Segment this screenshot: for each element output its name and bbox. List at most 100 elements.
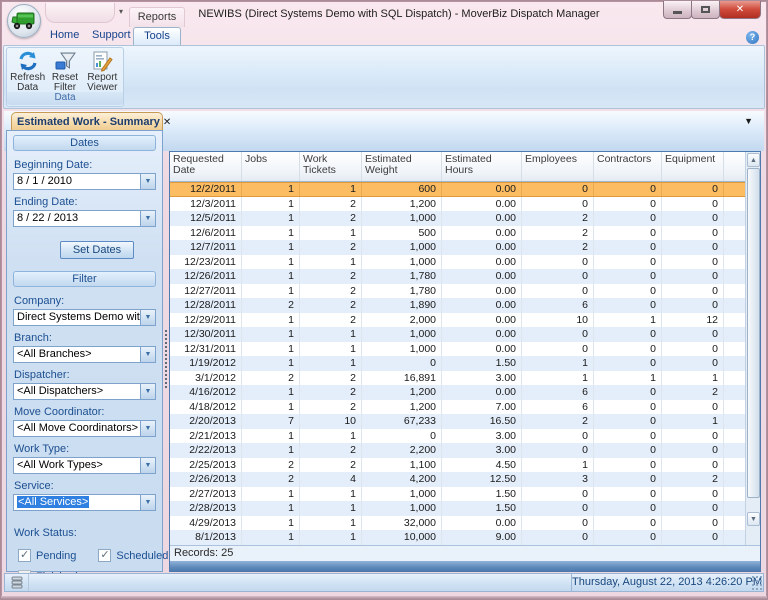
status-bar: Thursday, August 22, 2013 4:26:20 PM xyxy=(4,573,764,592)
grid-cell: 2 xyxy=(300,313,362,328)
refresh-data-button[interactable]: Refresh Data xyxy=(9,50,46,96)
column-header[interactable]: Work Tickets xyxy=(300,152,362,181)
maximize-button[interactable] xyxy=(691,1,720,19)
filter-section-header[interactable]: Filter xyxy=(13,271,156,287)
ending-date-value[interactable]: 8 / 22 / 2013 xyxy=(13,210,140,227)
table-row[interactable]: 12/30/2011111,0000.00000 xyxy=(170,327,745,342)
table-row[interactable]: 8/1/20131110,0009.00000 xyxy=(170,530,745,545)
grid-cell: 1 xyxy=(242,183,300,196)
scheduled-checkbox[interactable]: Scheduled xyxy=(98,549,168,562)
chevron-down-icon[interactable]: ▼ xyxy=(140,383,156,400)
grid-cell: 1 xyxy=(300,226,362,241)
tab-list-dropdown-icon[interactable]: ▼ xyxy=(744,116,753,126)
column-header[interactable]: Jobs xyxy=(242,152,300,181)
service-value[interactable]: <All Services> xyxy=(13,494,140,511)
column-header[interactable]: Contractors xyxy=(594,152,662,181)
table-row[interactable]: 12/7/2011121,0000.00200 xyxy=(170,240,745,255)
grid-cell: 2 xyxy=(242,472,300,487)
vertical-scrollbar[interactable]: ▲ ▼ xyxy=(745,152,760,545)
beginning-date-field[interactable]: 8 / 1 / 2010 ▼ xyxy=(13,173,156,190)
grid-cell-filler xyxy=(724,400,745,415)
table-row[interactable]: 12/6/2011115000.00200 xyxy=(170,226,745,241)
table-row[interactable]: 2/20/201371067,23316.50201 xyxy=(170,414,745,429)
resize-grip-icon[interactable] xyxy=(751,574,763,591)
tab-home[interactable]: Home xyxy=(41,27,88,45)
dispatcher-select[interactable]: <All Dispatchers> ▼ xyxy=(13,383,156,400)
column-header[interactable]: Estimated Hours xyxy=(442,152,522,181)
column-header[interactable]: Requested Date xyxy=(170,152,242,181)
quick-access-dropdown-icon[interactable]: ▾ xyxy=(119,7,123,16)
column-header[interactable]: Equipment xyxy=(662,152,724,181)
column-header[interactable]: Employees xyxy=(522,152,594,181)
table-row[interactable]: 12/29/2011122,0000.0010112 xyxy=(170,313,745,328)
minimize-button[interactable] xyxy=(663,1,692,19)
database-status-button[interactable] xyxy=(5,574,29,591)
scrollbar-thumb[interactable] xyxy=(747,168,760,498)
table-row[interactable]: 12/31/2011111,0000.00000 xyxy=(170,342,745,357)
table-row[interactable]: 2/26/2013244,20012.50302 xyxy=(170,472,745,487)
move-coordinator-select[interactable]: <All Move Coordinators> ▼ xyxy=(13,420,156,437)
reset-filter-button[interactable]: Reset Filter xyxy=(46,50,83,96)
table-row[interactable]: 12/23/2011111,0000.00000 xyxy=(170,255,745,270)
table-row[interactable]: 2/21/20131103.00000 xyxy=(170,429,745,444)
tab-tools[interactable]: Tools xyxy=(133,27,181,45)
chevron-down-icon[interactable]: ▼ xyxy=(140,346,156,363)
document-tab[interactable]: Estimated Work - Summary ✕ xyxy=(11,112,163,131)
app-menu-button[interactable] xyxy=(7,4,41,38)
table-row[interactable]: 12/28/2011221,8900.00600 xyxy=(170,298,745,313)
company-value[interactable]: Direct Systems Demo with SQL D xyxy=(13,309,140,326)
grid-cell: 0.00 xyxy=(442,183,522,196)
table-row[interactable]: 12/3/2011121,2000.00000 xyxy=(170,197,745,212)
chevron-down-icon[interactable]: ▼ xyxy=(140,420,156,437)
chevron-down-icon[interactable]: ▼ xyxy=(140,210,156,227)
company-select[interactable]: Direct Systems Demo with SQL D ▼ xyxy=(13,309,156,326)
scroll-up-icon[interactable]: ▲ xyxy=(747,153,760,167)
column-header[interactable]: Estimated Weight xyxy=(362,152,442,181)
service-select[interactable]: <All Services> ▼ xyxy=(13,494,156,511)
pending-checkbox[interactable]: Pending xyxy=(18,549,76,562)
table-row[interactable]: 4/16/2012121,2000.00602 xyxy=(170,385,745,400)
table-row[interactable]: 4/29/20131132,0000.00000 xyxy=(170,516,745,531)
grid-cell-filler xyxy=(724,211,745,226)
grid-cell: 2/28/2013 xyxy=(170,501,242,516)
branch-value[interactable]: <All Branches> xyxy=(13,346,140,363)
branch-select[interactable]: <All Branches> ▼ xyxy=(13,346,156,363)
move-coordinator-value[interactable]: <All Move Coordinators> xyxy=(13,420,140,437)
table-row[interactable]: 12/5/2011121,0000.00200 xyxy=(170,211,745,226)
document-tab-close-icon[interactable]: ✕ xyxy=(160,117,171,128)
grid-cell: 0 xyxy=(594,240,662,255)
tab-support[interactable]: Support xyxy=(83,27,140,45)
work-type-value[interactable]: <All Work Types> xyxy=(13,457,140,474)
table-row[interactable]: 4/18/2012121,2007.00600 xyxy=(170,400,745,415)
ending-date-field[interactable]: 8 / 22 / 2013 ▼ xyxy=(13,210,156,227)
grid-cell: 12/26/2011 xyxy=(170,269,242,284)
table-row[interactable]: 1/19/20121101.50100 xyxy=(170,356,745,371)
grid-cell: 1 xyxy=(242,327,300,342)
chevron-down-icon[interactable]: ▼ xyxy=(140,494,156,511)
chevron-down-icon[interactable]: ▼ xyxy=(140,173,156,190)
close-button[interactable]: ✕ xyxy=(719,1,761,19)
set-dates-button[interactable]: Set Dates xyxy=(60,241,134,259)
table-row[interactable]: 2/27/2013111,0001.50000 xyxy=(170,487,745,502)
table-row[interactable]: 2/28/2013111,0001.50000 xyxy=(170,501,745,516)
chevron-down-icon[interactable]: ▼ xyxy=(140,457,156,474)
table-row[interactable]: 12/26/2011121,7800.00000 xyxy=(170,269,745,284)
grid-cell: 0.00 xyxy=(442,284,522,299)
work-type-select[interactable]: <All Work Types> ▼ xyxy=(13,457,156,474)
grid-cell: 1,200 xyxy=(362,385,442,400)
grid-cell: 1,100 xyxy=(362,458,442,473)
table-row[interactable]: 2/22/2013122,2003.00000 xyxy=(170,443,745,458)
chevron-down-icon[interactable]: ▼ xyxy=(140,309,156,326)
scroll-down-icon[interactable]: ▼ xyxy=(747,512,760,526)
table-row[interactable]: 12/27/2011121,7800.00000 xyxy=(170,284,745,299)
beginning-date-value[interactable]: 8 / 1 / 2010 xyxy=(13,173,140,190)
table-row[interactable]: 3/1/20122216,8913.00111 xyxy=(170,371,745,386)
grid-cell: 2 xyxy=(242,298,300,313)
dates-section-header[interactable]: Dates xyxy=(13,135,156,151)
report-viewer-button[interactable]: Report Viewer xyxy=(84,50,121,96)
table-row[interactable]: 12/2/2011116000.00000 xyxy=(170,182,745,197)
table-row[interactable]: 2/25/2013221,1004.50100 xyxy=(170,458,745,473)
dispatcher-value[interactable]: <All Dispatchers> xyxy=(13,383,140,400)
filter-icon xyxy=(53,50,77,72)
help-icon[interactable]: ? xyxy=(746,31,759,44)
